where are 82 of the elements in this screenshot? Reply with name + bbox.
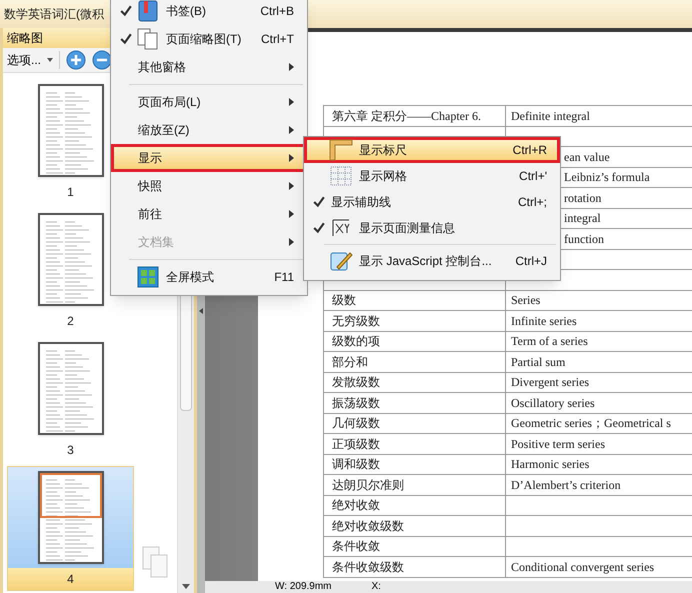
menu-item[interactable]: 页面缩略图(T) Ctrl+T: [111, 25, 307, 53]
table-cell-text: integral: [564, 210, 601, 228]
window-title: 数学英语词汇(微积: [4, 6, 104, 23]
collapse-arrow-icon: [199, 308, 203, 314]
width-reading: W: 209.9mm: [275, 582, 332, 592]
table-cell-text: Positive term series: [511, 436, 605, 453]
check-icon: [120, 33, 132, 45]
table-cell-text: Series: [511, 292, 540, 310]
menu-item[interactable]: 显示辅助线 Ctrl+;: [304, 189, 560, 215]
submenu-arrow-icon: [289, 98, 294, 106]
table-cell-text: 绝对收敛级数: [332, 518, 404, 535]
bookmark-icon: [138, 0, 158, 22]
submenu-arrow-icon: [289, 182, 294, 190]
pages-icon: [137, 28, 159, 50]
submenu-arrow-icon: [289, 210, 294, 218]
shortcut-label: Ctrl+R: [512, 142, 547, 159]
table-cell-text: 第六章 定积分——Chapter 6.: [332, 108, 481, 125]
table-cell-text: 振荡级数: [332, 394, 380, 412]
submenu-arrow-icon: [289, 63, 294, 71]
submenu-arrow-icon: [289, 238, 294, 246]
menu-item[interactable]: 显示 JavaScript 控制台... Ctrl+J: [304, 248, 560, 274]
shortcut-label: Ctrl+T: [261, 31, 294, 48]
table-cell-text: ean value: [564, 148, 610, 166]
table-cell-text: Infinite series: [511, 312, 577, 330]
page-number: 1: [67, 184, 74, 201]
caret-icon: [47, 58, 54, 62]
submenu-arrow-icon: [289, 126, 294, 134]
thumbnail-item[interactable]: 3: [7, 337, 134, 466]
table-cell-text: 条件收敛: [332, 538, 380, 556]
table-cell-text: rotation: [564, 190, 602, 207]
table-cell-text: 条件收敛级数: [332, 558, 404, 576]
page-number: 3: [67, 442, 74, 459]
menu-item[interactable]: 其他窗格: [111, 53, 307, 81]
table-cell-text: 级数的项: [332, 333, 380, 350]
page-number: 2: [67, 313, 74, 330]
fullscreen-icon: [137, 266, 159, 288]
pencil-page-icon: [329, 250, 353, 272]
table-cell-text: Definite integral: [511, 108, 590, 125]
x-reading: X:: [372, 582, 381, 592]
table-cell-text: Harmonic series: [511, 456, 590, 474]
table-cell-text: 几何级数: [332, 415, 380, 432]
submenu-arrow-icon: [289, 154, 294, 162]
check-icon: [313, 222, 325, 234]
thumbnail-item[interactable]: 4: [7, 466, 134, 591]
viewport-frame: [40, 473, 102, 518]
grid-icon: [330, 166, 352, 186]
shortcut-label: Ctrl+;: [518, 194, 547, 211]
table-cell-text: function: [564, 230, 604, 248]
shortcut-label: Ctrl+J: [515, 253, 547, 270]
scroll-down-icon[interactable]: [182, 584, 190, 589]
pages-stack-icon: [141, 545, 169, 579]
shortcut-label: F11: [274, 269, 294, 286]
menu-item[interactable]: 显示网格 Ctrl+': [304, 163, 560, 189]
xy-measure-icon: [331, 218, 351, 238]
panel-title: 缩略图: [7, 30, 43, 47]
table-cell-text: 部分和: [332, 354, 368, 371]
table-cell-text: Geometric series；Geometrical s: [511, 415, 671, 432]
check-icon: [313, 196, 325, 208]
options-dropdown[interactable]: 选项...: [7, 51, 60, 69]
shortcut-label: Ctrl+': [519, 168, 547, 185]
table-cell-text: Term of a series: [511, 333, 588, 350]
menu-item[interactable]: 显示页面测量信息: [304, 215, 560, 241]
table-cell-text: 正项级数: [332, 436, 380, 453]
table-cell-text: Conditional convergent series: [511, 558, 654, 576]
menu-item[interactable]: 显示标尺 Ctrl+R: [304, 137, 560, 163]
table-cell-text: 达朗贝尔准则: [332, 476, 404, 494]
table-cell-text: Oscillatory series: [511, 394, 595, 412]
shortcut-label: Ctrl+B: [260, 3, 294, 20]
page-number: 4: [67, 571, 74, 588]
table-cell-text: D’Alembert’s criterion: [511, 476, 621, 494]
table-cell-text: 绝对收敛: [332, 497, 380, 514]
zoom-in-icon[interactable]: [66, 50, 86, 70]
table-cell-text: 级数: [332, 292, 356, 310]
menu-item[interactable]: 书签(B) Ctrl+B: [111, 0, 307, 25]
table-cell-text: Divergent series: [511, 374, 590, 392]
table-cell-text: 发散级数: [332, 374, 380, 392]
table-cell-text: 无穷级数: [332, 312, 380, 330]
table-cell-text: Partial sum: [511, 354, 566, 371]
check-icon: [120, 5, 132, 17]
ruler-icon: [329, 139, 353, 161]
table-cell-text: 调和级数: [332, 456, 380, 474]
table-cell-text: Leibniz’s formula: [564, 169, 650, 186]
